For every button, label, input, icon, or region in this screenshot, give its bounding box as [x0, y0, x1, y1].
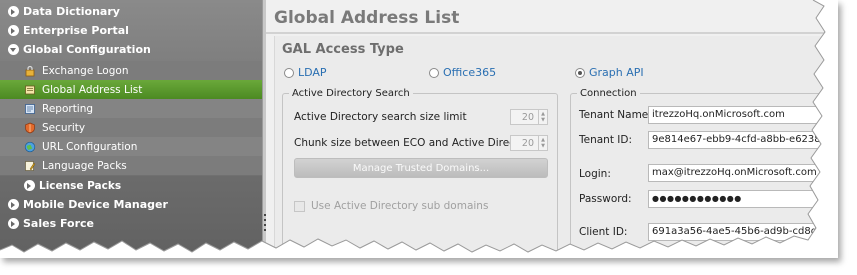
sidebar-item-mobile-device-manager[interactable]: Mobile Device Manager — [0, 195, 262, 214]
sidebar-item-label: Exchange Logon — [42, 64, 129, 77]
radio-graph-api[interactable]: Graph API — [575, 66, 644, 79]
chevron-right-icon — [8, 6, 19, 17]
sidebar-item-label: Enterprise Portal — [23, 24, 129, 37]
sidebar-item-security[interactable]: Security — [0, 118, 262, 138]
sidebar-item-label: Sales Force — [23, 217, 94, 230]
sidebar-item-global-configuration[interactable]: Global Configuration — [0, 40, 262, 59]
sidebar-item-label: URL Configuration — [42, 140, 138, 153]
sidebar-item-label: License Packs — [39, 179, 122, 192]
checkbox[interactable] — [294, 200, 305, 212]
stepper-arrows-icon[interactable]: ▲ ▼ — [538, 136, 547, 150]
address-book-icon — [24, 84, 36, 96]
group-legend: Active Directory Search — [292, 88, 410, 99]
divider — [266, 32, 838, 34]
sidebar-item-sales-force[interactable]: Sales Force — [0, 214, 262, 233]
sidebar-item-label: Mobile Device Manager — [23, 198, 168, 211]
report-icon — [24, 103, 36, 115]
tenant-id-label: Tenant ID: — [579, 134, 633, 146]
tenant-name-field[interactable]: itrezzoHq.onMicrosoft.com — [648, 106, 838, 124]
tenant-name-label: Tenant Name: — [579, 109, 652, 121]
sidebar-item-label: Security — [42, 121, 86, 134]
sidebar-item-exchange-logon[interactable]: Exchange Logon — [0, 61, 262, 81]
sidebar-item-label: Global Address List — [42, 83, 143, 96]
sub-domains-checkbox-row[interactable]: Use Active Directory sub domains — [294, 200, 488, 212]
size-limit-stepper[interactable]: 20 ▲ ▼ — [510, 109, 548, 125]
chunk-size-stepper[interactable]: 20 ▲ ▼ — [510, 135, 548, 151]
sidebar-item-global-address-list[interactable]: Global Address List — [0, 80, 262, 100]
chevron-down-icon — [8, 44, 19, 55]
radio-ldap[interactable]: LDAP — [284, 66, 327, 79]
sidebar-item-label: Reporting — [42, 102, 94, 115]
radio-button-icon[interactable] — [284, 67, 294, 78]
sidebar-item-label: Global Configuration — [23, 43, 151, 56]
radio-label: Graph API — [589, 66, 644, 79]
page-title: Global Address List — [274, 8, 460, 28]
chevron-right-icon — [8, 218, 19, 229]
lock-icon — [24, 65, 36, 77]
section-title: GAL Access Type — [282, 42, 404, 57]
radio-label: Office365 — [443, 66, 497, 79]
password-field[interactable]: ●●●●●●●●●●●● — [648, 190, 838, 208]
group-legend: Connection — [580, 88, 637, 99]
sidebar-item-label: Data Dictionary — [23, 5, 120, 18]
password-label: Password: — [579, 193, 632, 205]
sidebar-item-license-packs[interactable]: License Packs — [0, 176, 262, 195]
radio-office365[interactable]: Office365 — [429, 66, 496, 79]
radio-button-selected-icon[interactable] — [575, 67, 585, 78]
manage-trusted-domains-button[interactable]: Manage Trusted Domains... — [294, 158, 548, 178]
checkbox-label: Use Active Directory sub domains — [311, 200, 489, 212]
app-frame: Data Dictionary Enterprise Portal Global… — [0, 0, 838, 258]
stepper-arrows-icon[interactable]: ▲ ▼ — [538, 110, 547, 124]
sidebar-item-reporting[interactable]: Reporting — [0, 99, 262, 119]
sidebar-item-label: Language Packs — [42, 159, 127, 172]
radio-label: LDAP — [298, 66, 327, 79]
login-label: Login: — [579, 168, 611, 180]
radio-button-icon[interactable] — [429, 67, 439, 78]
chevron-right-icon — [8, 199, 19, 210]
chevron-right-icon — [24, 180, 35, 191]
globe-icon — [24, 141, 36, 153]
size-limit-label: Active Directory search size limit — [294, 111, 467, 123]
sidebar-item-language-packs[interactable]: Language Packs — [0, 156, 262, 176]
language-icon — [24, 160, 36, 172]
chunk-size-label: Chunk size between ECO and Active Direct… — [294, 137, 537, 149]
sidebar-item-data-dictionary[interactable]: Data Dictionary — [0, 2, 262, 21]
login-field[interactable]: max@itrezzoHq.onMicrosoft.com — [648, 164, 838, 182]
shield-icon — [24, 122, 36, 134]
chevron-right-icon — [8, 25, 19, 36]
tenant-id-field[interactable]: 9e814e67-ebb9-4cfd-a8bb-e6238800c — [648, 131, 838, 149]
sidebar-item-enterprise-portal[interactable]: Enterprise Portal — [0, 21, 262, 40]
client-id-field[interactable]: 691a3a56-4ae5-45b6-ad9b-cd8df5 — [648, 223, 838, 241]
client-id-label: Client ID: — [579, 226, 628, 238]
sidebar: Data Dictionary Enterprise Portal Global… — [0, 0, 262, 258]
sidebar-item-url-configuration[interactable]: URL Configuration — [0, 137, 262, 157]
main-content: Global Address List GAL Access Type LDAP… — [266, 0, 838, 258]
